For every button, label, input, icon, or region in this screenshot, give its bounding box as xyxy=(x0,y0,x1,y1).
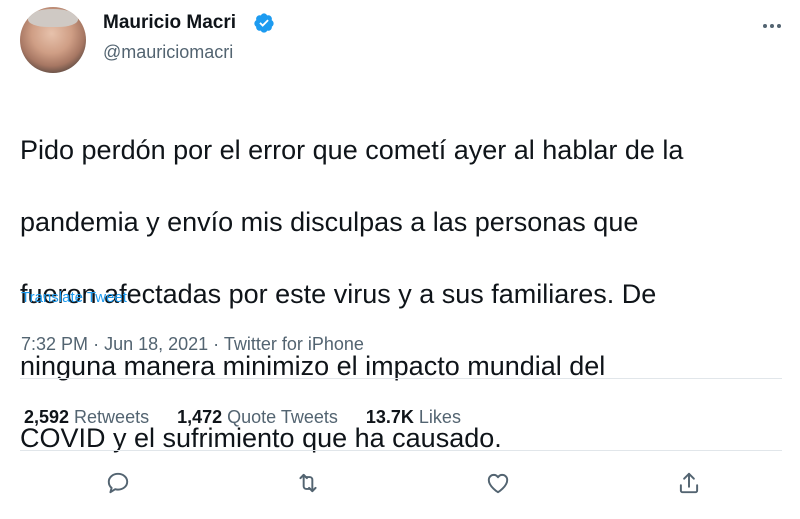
quote-tweets-label: Quote Tweets xyxy=(227,406,338,427)
author-name[interactable]: Mauricio Macri xyxy=(103,12,236,34)
reply-icon xyxy=(107,472,129,494)
share-button[interactable] xyxy=(672,466,706,500)
avatar[interactable] xyxy=(20,7,86,73)
likes-count: 13.7K xyxy=(365,406,414,427)
divider xyxy=(20,450,782,451)
retweet-icon xyxy=(299,473,317,493)
likes-stat[interactable]: 13.7K Likes xyxy=(366,407,461,428)
separator: · xyxy=(213,334,224,354)
retweet-button[interactable] xyxy=(291,466,325,500)
avatar-hair xyxy=(28,9,78,27)
reply-button[interactable] xyxy=(101,466,135,500)
tweet-text-line: Pido perdón por el error que cometí ayer… xyxy=(20,135,684,165)
retweets-label: Retweets xyxy=(74,406,150,427)
tweet-source[interactable]: Twitter for iPhone xyxy=(224,334,364,354)
timestamp-row: 7:32 PM · Jun 18, 2021 · Twitter for iPh… xyxy=(21,334,364,355)
share-icon xyxy=(679,472,699,494)
tweet-text-line: fueron afectadas por este virus y a sus … xyxy=(20,279,657,309)
separator: · xyxy=(93,334,105,354)
tweet-date[interactable]: Jun 18, 2021 xyxy=(104,334,208,354)
more-options-button[interactable] xyxy=(758,12,786,40)
engagement-stats: 2,592 Retweets 1,472 Quote Tweets 13.7K Lik… xyxy=(24,404,489,430)
divider xyxy=(20,378,782,379)
tweet-text: Pido perdón por el error que cometí ayer… xyxy=(20,96,795,492)
likes-label: Likes xyxy=(418,406,461,427)
tweet-time[interactable]: 7:32 PM xyxy=(21,334,88,354)
translate-tweet-link[interactable]: Translate Tweet xyxy=(21,289,127,306)
verified-badge-icon xyxy=(254,13,274,33)
quote-tweets-stat[interactable]: 1,472 Quote Tweets xyxy=(177,407,338,428)
like-button[interactable] xyxy=(481,466,515,500)
retweets-stat[interactable]: 2,592 Retweets xyxy=(24,407,149,428)
tweet-text-line: pandemia y envío mis disculpas a las per… xyxy=(20,207,639,237)
quote-tweets-count: 1,472 xyxy=(177,406,223,427)
retweets-count: 2,592 xyxy=(24,406,70,427)
like-icon xyxy=(487,473,509,494)
author-handle[interactable]: @mauriciomacri xyxy=(103,42,233,63)
more-icon xyxy=(763,24,781,28)
